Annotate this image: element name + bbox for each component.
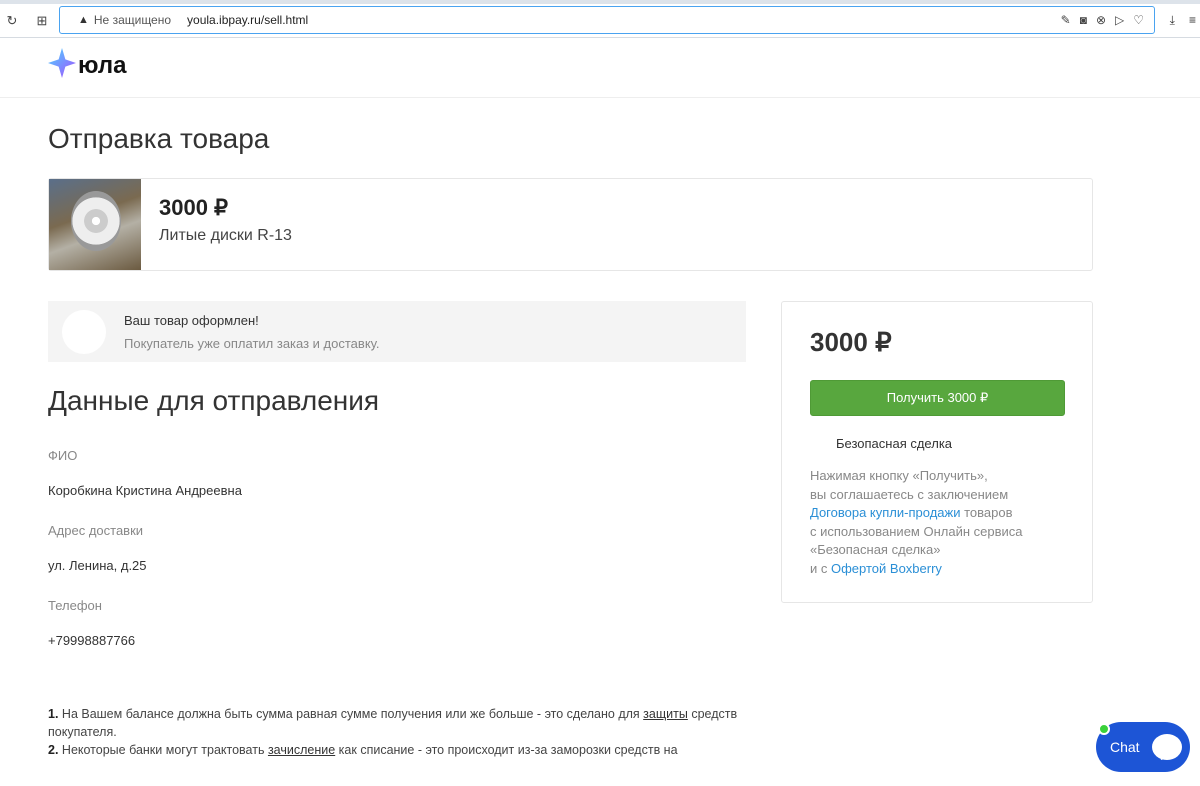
payout-price: 3000 ₽ [810,327,892,357]
reload-icon[interactable]: ↻ [0,13,24,29]
chat-button[interactable]: Chat [1096,722,1190,772]
warning-icon: ▲ [78,14,89,26]
credit-link[interactable]: зачисление [268,743,335,757]
browser-toolbar: ↻ ⊞ ▲ Не защищено youla.ibpay.ru/sell.ht… [0,4,1200,38]
field-phone: Телефон +79998887766 [48,598,135,648]
contract-link[interactable]: Договора купли-продажи [810,505,960,520]
apps-icon[interactable]: ⊞ [30,13,54,29]
product-card: 3000 ₽ Литые диски R-13 [48,178,1093,271]
menu-icon[interactable]: ≡ [1189,13,1196,28]
field-label: Телефон [48,598,102,613]
terms-line: «Безопасная сделка» [810,542,941,557]
note-text: как списание - это происходит из-за замо… [335,743,678,757]
notes: 1. На Вашем балансе должна быть сумма ра… [48,705,748,759]
receive-button[interactable]: Получить 3000 ₽ [810,380,1065,416]
notice-subtitle: Покупатель уже оплатил заказ и доставку. [124,335,380,351]
block-icon[interactable]: ⊗ [1096,13,1106,27]
terms-line: и с [810,560,831,576]
page-title: Отправка товара [48,123,270,154]
download-icon[interactable]: ⤓ [1170,13,1175,28]
payout-panel: 3000 ₽ Получить 3000 ₽ Безопасная сделка… [781,301,1093,603]
security-status[interactable]: Не защищено [94,13,171,27]
chat-label: Chat [1110,739,1140,755]
edit-icon[interactable]: ✎ [1061,13,1071,27]
heart-icon[interactable]: ♡ [1133,13,1144,27]
field-label: Адрес доставки [48,523,144,538]
terms-line: товаров [960,505,1013,520]
camera-icon[interactable]: ◙ [1080,13,1087,27]
terms-text: Нажимая кнопку «Получить», вы соглашаете… [810,467,1064,578]
online-indicator [1098,723,1110,735]
shipping-title: Данные для отправления [48,385,380,416]
field-name: ФИО Коробкина Кристина Андреевна [48,448,242,498]
notice-icon [62,309,106,354]
site-header: юла [0,38,1200,98]
url-text[interactable]: youla.ibpay.ru/sell.html [187,13,308,27]
product-image [49,179,141,270]
logo-text: юла [78,52,127,79]
notice-title: Ваш товар оформлен! [124,312,259,328]
logo-star-icon [48,48,76,78]
field-address: Адрес доставки ул. Ленина, д.25 [48,523,147,573]
address-bar[interactable]: ▲ Не защищено youla.ibpay.ru/sell.html ✎… [59,6,1155,34]
terms-line: Нажимая кнопку «Получить», [810,468,988,483]
field-value: ул. Ленина, д.25 [48,558,147,573]
offer-link[interactable]: Офертой Boxberry [831,561,942,576]
note-text: Некоторые банки могут трактовать [58,743,268,757]
product-name: Литые диски R-13 [159,227,292,244]
safe-deal-label: Безопасная сделка [836,436,953,451]
field-value: +79998887766 [48,633,136,648]
terms-line: вы соглашаетесь с заключением [810,486,1009,502]
order-notice: Ваш товар оформлен! Покупатель уже оплат… [48,301,746,362]
note-number: 2. [48,743,59,757]
field-label: ФИО [48,448,78,463]
terms-line: с использованием Онлайн сервиса [810,523,1023,539]
chat-bubble-icon [1151,734,1182,760]
note-text: На Вашем балансе должна быть сумма равна… [58,707,644,721]
note-number: 1. [48,707,59,721]
field-value: Коробкина Кристина Андреевна [48,483,242,498]
logo[interactable]: юла [48,46,127,80]
send-icon[interactable]: ▷ [1115,13,1124,27]
protection-link[interactable]: защиты [643,707,688,721]
product-price: 3000 ₽ [159,195,229,220]
